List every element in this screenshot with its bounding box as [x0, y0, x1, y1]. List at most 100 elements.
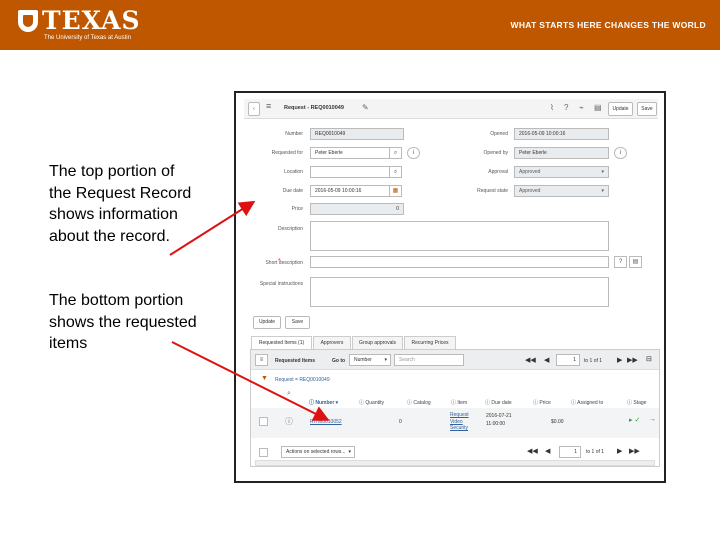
- requested-for-field[interactable]: Peter Eberle: [310, 147, 390, 159]
- suggestion-icon[interactable]: ?: [614, 256, 627, 268]
- opened-by-label: Opened by: [483, 150, 508, 156]
- footer-next-page-icon[interactable]: ▶: [617, 447, 622, 455]
- request-record-screenshot: ‹ ≡ Request - REQ0010049 ✎ ⌇ ? ⌁ ▤ Updat…: [234, 91, 666, 483]
- template-icon[interactable]: ▤: [629, 256, 642, 268]
- actions-value: Actions on selected rows...: [286, 449, 346, 455]
- next-page-icon[interactable]: ▶: [617, 356, 622, 364]
- column-catalog[interactable]: ⓘ Catalog: [407, 399, 431, 406]
- select-all-checkbox[interactable]: [259, 448, 268, 457]
- list-search-input[interactable]: Search: [394, 354, 464, 366]
- column-price-label: Price: [539, 400, 551, 406]
- footer-first-page-icon[interactable]: ◀◀: [527, 447, 538, 455]
- requested-for-label: Requested for: [271, 150, 303, 156]
- location-field[interactable]: [310, 166, 390, 178]
- bottom-update-button[interactable]: Update: [253, 316, 281, 329]
- request-state-select[interactable]: Approved ▾: [514, 185, 609, 197]
- column-search-icon[interactable]: ⌕: [287, 390, 291, 398]
- due-date-field[interactable]: 2016-05-09 10:00:16: [310, 185, 390, 197]
- bottom-save-button[interactable]: Save: [285, 316, 310, 329]
- column-quantity[interactable]: ⓘ Quantity: [359, 399, 384, 406]
- footer-last-page-icon[interactable]: ▶▶: [629, 447, 640, 455]
- logo-text: TEXAS: [42, 6, 141, 35]
- row-price: $0.00: [551, 419, 564, 425]
- tag-icon[interactable]: ✎: [362, 104, 369, 112]
- goto-select[interactable]: Number ▾: [349, 354, 391, 366]
- filter-breadcrumb[interactable]: Request = REQ0010049: [275, 377, 330, 383]
- column-catalog-label: Catalog: [413, 400, 431, 406]
- actions-select[interactable]: Actions on selected rows... ▾: [281, 446, 355, 458]
- list-header: ≡ Requested Items Go to Number ▾ Search ◀…: [251, 350, 659, 370]
- column-due-date-label: Due date: [491, 400, 512, 406]
- first-page-icon[interactable]: ◀◀: [525, 356, 536, 364]
- help-icon[interactable]: ?: [564, 104, 568, 112]
- column-due-date[interactable]: ⓘ Due date: [485, 399, 512, 406]
- number-field[interactable]: REQ0010049: [310, 128, 404, 140]
- info-icon[interactable]: i: [407, 147, 420, 159]
- calendar-icon[interactable]: ▦: [389, 185, 402, 197]
- price-field[interactable]: 0: [310, 203, 404, 215]
- page-range: to 1 of 1: [584, 358, 603, 364]
- goto-value: Number: [354, 357, 372, 363]
- tagline: WHAT STARTS HERE CHANGES THE WORLD: [510, 20, 706, 30]
- footer-page-input[interactable]: 1: [559, 446, 581, 458]
- chevron-down-icon: ▾: [601, 188, 604, 194]
- special-instructions-label: Special instructions: [259, 281, 303, 287]
- column-assigned-to[interactable]: ⓘ Assigned to: [571, 399, 603, 406]
- horizontal-scrollbar[interactable]: [255, 460, 655, 466]
- save-button[interactable]: Save: [637, 102, 657, 116]
- opened-label: Opened: [490, 131, 508, 137]
- page-input[interactable]: 1: [556, 354, 580, 366]
- special-instructions-field[interactable]: [310, 277, 609, 307]
- description-field[interactable]: [310, 221, 609, 251]
- goto-label: Go to: [332, 358, 346, 364]
- prev-page-icon[interactable]: ◀: [544, 356, 549, 364]
- due-date-label: Due date: [282, 188, 303, 194]
- last-page-icon[interactable]: ▶▶: [627, 356, 638, 364]
- chevron-down-icon: ▾: [348, 449, 351, 455]
- row-item[interactable]: Request Video Security: [450, 412, 476, 432]
- column-stage-label: Stage: [633, 400, 647, 406]
- caption-bottom: The bottom portion shows the requested i…: [49, 292, 197, 352]
- collapse-icon[interactable]: ⊟: [646, 355, 652, 363]
- opened-by-field[interactable]: Peter Eberle: [514, 147, 609, 159]
- tab-recurring-prices[interactable]: Recurring Prices: [404, 336, 456, 349]
- filter-icon[interactable]: ▼: [261, 375, 268, 382]
- stage-progress-icon: →: [649, 416, 656, 423]
- column-number-label: Number: [315, 400, 335, 406]
- description-label: Description: [277, 226, 303, 232]
- column-price[interactable]: ⓘ Price: [533, 399, 551, 406]
- price-label: Price: [291, 206, 303, 212]
- attachment-icon[interactable]: ⌇: [550, 104, 554, 112]
- column-number[interactable]: ⓘ Number ▾: [309, 399, 338, 406]
- column-item[interactable]: ⓘ Item: [451, 399, 467, 406]
- tab-requested-items[interactable]: Requested Items (1): [251, 336, 312, 349]
- column-assigned-to-label: Assigned to: [577, 400, 604, 406]
- update-button[interactable]: Update: [608, 102, 633, 116]
- search-icon[interactable]: ⌕: [389, 147, 402, 159]
- approval-label: Approval: [488, 169, 508, 175]
- form-title: Request - REQ0010049: [284, 105, 344, 111]
- chevron-down-icon: ▾: [384, 357, 387, 363]
- location-search-icon[interactable]: ⌕: [389, 166, 402, 178]
- tab-approvers[interactable]: Approvers: [313, 336, 351, 349]
- opened-by-info-icon[interactable]: i: [614, 147, 627, 159]
- row-info-icon[interactable]: ⓘ: [285, 416, 293, 427]
- form-header: ‹ ≡ Request - REQ0010049 ✎ ⌇ ? ⌁ ▤ Updat…: [244, 99, 658, 119]
- approval-select[interactable]: Approved ▾: [514, 166, 609, 178]
- tab-group-approvals[interactable]: Group approvals: [352, 336, 403, 349]
- short-description-field[interactable]: [310, 256, 609, 268]
- menu-icon[interactable]: ≡: [266, 102, 271, 111]
- settings-icon[interactable]: ▤: [594, 104, 602, 112]
- back-button[interactable]: ‹: [248, 102, 260, 116]
- footer-prev-page-icon[interactable]: ◀: [545, 447, 550, 455]
- row-checkbox[interactable]: [259, 417, 268, 426]
- list-menu-icon[interactable]: ≡: [255, 354, 268, 366]
- row-number[interactable]: RITM0010052: [310, 419, 342, 425]
- column-stage[interactable]: ⓘ Stage: [627, 399, 646, 406]
- location-label: Location: [284, 169, 303, 175]
- logo-subtitle: The University of Texas at Austin: [44, 35, 131, 41]
- opened-field[interactable]: 2016-05-09 10:00:16: [514, 128, 609, 140]
- short-description-label: Short description: [265, 260, 303, 266]
- ut-logo: TEXAS The University of Texas at Austin: [18, 8, 141, 41]
- activity-icon[interactable]: ⌁: [579, 104, 584, 112]
